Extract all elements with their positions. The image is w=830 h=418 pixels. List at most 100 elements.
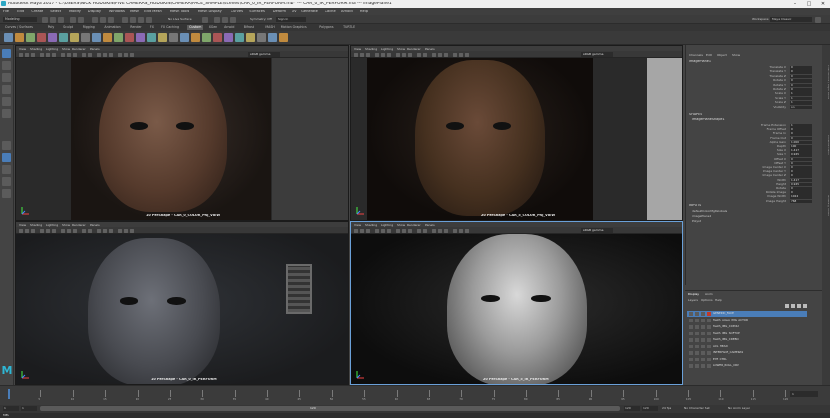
viewport-menu-item[interactable]: View <box>19 47 26 51</box>
channel-value-field[interactable]: 0 <box>790 70 812 74</box>
fps-dropdown[interactable]: 24 fps <box>662 407 671 410</box>
menu-item[interactable]: Display <box>88 10 101 14</box>
playback-toggle[interactable] <box>695 331 699 335</box>
layer-row[interactable]: INTERFACE_CAMERAS <box>687 350 807 356</box>
viewport-menu-item[interactable]: Show <box>397 223 405 227</box>
lasso-tool-icon[interactable] <box>2 61 11 70</box>
menu-item[interactable]: Surfaces <box>249 10 265 14</box>
playback-toggle[interactable] <box>695 325 699 329</box>
side-tab-channel-box[interactable]: Channel Box / Layer Editor <box>823 65 829 125</box>
shelf-tool-icon[interactable] <box>70 33 79 42</box>
workspace-dropdown[interactable]: Maya Classic <box>770 17 812 22</box>
menu-item[interactable]: Generate <box>301 10 318 14</box>
shelf-tool-icon[interactable] <box>202 33 211 42</box>
move-layer-up-icon[interactable] <box>785 304 789 308</box>
paint-select-icon[interactable] <box>2 73 11 82</box>
shelf-tool-icon[interactable] <box>136 33 145 42</box>
construction-history-icon[interactable] <box>202 16 208 23</box>
shelf-tab[interactable]: Curves / Surfaces <box>3 25 35 30</box>
shape-attr-field[interactable]: 1 <box>790 124 812 128</box>
viewport-menu-item[interactable]: Lighting <box>46 47 58 51</box>
symmetry-field[interactable]: Symmetry: Off <box>250 18 272 21</box>
display-type-toggle[interactable] <box>701 318 705 322</box>
command-line[interactable]: MEL <box>0 413 830 418</box>
shelf-tool-icon[interactable] <box>158 33 167 42</box>
channel-value-field[interactable]: 0 <box>790 74 812 79</box>
shelf-tab[interactable]: Motion Graphics <box>279 25 309 30</box>
channel-value-field[interactable]: 1 <box>790 96 812 101</box>
shape-attr-field[interactable]: 100 <box>790 145 812 149</box>
shelf-tool-icon[interactable] <box>48 33 57 42</box>
viewport-menu-item[interactable]: Shading <box>365 223 377 227</box>
color-space-dropdown[interactable]: sRGB gamma <box>581 228 613 233</box>
select-tool-icon[interactable] <box>2 49 11 58</box>
input-node[interactable]: defaultColorMgtGlobals <box>692 210 727 213</box>
shape-attr-field[interactable]: 0 <box>790 187 812 191</box>
end-frame-field[interactable]: 120 <box>642 406 658 411</box>
layer-color-swatch[interactable] <box>707 331 711 335</box>
visibility-toggle[interactable] <box>689 312 693 316</box>
persp-outliner-layout-icon[interactable] <box>2 165 11 174</box>
viewport-top-right[interactable]: View Shading Lighting Show Renderer Pane… <box>350 45 683 221</box>
playback-toggle[interactable] <box>695 351 699 355</box>
shelf-tool-icon[interactable] <box>279 33 288 42</box>
menu-item[interactable]: Create <box>31 10 43 14</box>
menu-item[interactable]: Deform <box>273 10 286 14</box>
shelf-tool-icon[interactable] <box>257 33 266 42</box>
render-settings-icon[interactable] <box>230 16 236 23</box>
menu-item[interactable]: Mesh Tools <box>170 10 189 14</box>
visibility-toggle[interactable] <box>689 351 693 355</box>
shelf-tool-icon[interactable] <box>59 33 68 42</box>
new-scene-icon[interactable] <box>42 16 48 23</box>
shelf-tab[interactable]: Arnold <box>222 25 236 30</box>
menu-set-dropdown[interactable]: Modeling <box>3 17 37 22</box>
visibility-toggle[interactable] <box>689 357 693 361</box>
shelf-tab[interactable]: MASH <box>263 25 276 30</box>
layer-menu-layers[interactable]: Layers <box>688 299 698 302</box>
layer-row[interactable]: EYE_CTRL <box>687 357 807 363</box>
display-type-toggle[interactable] <box>701 331 705 335</box>
shelf-tool-icon[interactable] <box>147 33 156 42</box>
shelf-tab[interactable]: Polygons <box>317 25 335 30</box>
side-tab-attribute-editor[interactable]: Attribute Editor <box>823 135 829 185</box>
channel-value-field[interactable]: 1 <box>790 92 812 96</box>
layer-color-swatch[interactable] <box>707 344 711 348</box>
display-type-toggle[interactable] <box>701 344 705 348</box>
shape-attr-field[interactable]: 0.945 <box>790 153 812 157</box>
viewport-menu-item[interactable]: Lighting <box>381 223 393 227</box>
shelf-tab[interactable]: FX <box>148 25 156 30</box>
select-hierarchy-icon[interactable] <box>92 16 98 23</box>
new-layer-icon[interactable] <box>797 304 801 308</box>
channel-value-field[interactable]: 0 <box>790 66 812 70</box>
layer-row[interactable]: Teeth_IMG_CDEBO <box>687 337 807 343</box>
channel-value-field[interactable]: 0 <box>790 88 812 92</box>
time-slider[interactable]: 1 5 10 15 20 25 30 35 40 45 50 55 60 65 70 75 80 85 90 95 1… <box>0 385 830 405</box>
shape-attr-field[interactable]: 0 <box>790 170 812 174</box>
viewport-menu-item[interactable]: Panels <box>425 223 435 227</box>
snap-view-icon[interactable] <box>146 16 152 23</box>
viewport-menu-item[interactable]: Panels <box>90 223 100 227</box>
shape-attr-field[interactable]: 0 <box>790 191 812 195</box>
menu-item[interactable]: Modify <box>69 10 81 14</box>
shelf-tool-icon[interactable] <box>246 33 255 42</box>
layer-menu-options[interactable]: Options <box>701 299 713 302</box>
outliner-icon[interactable] <box>2 189 11 198</box>
current-frame-field[interactable]: 1 <box>790 391 818 397</box>
open-scene-icon[interactable] <box>50 16 56 23</box>
viewport-menu-item[interactable]: Renderer <box>407 223 421 227</box>
menu-item[interactable]: Arnold <box>341 10 353 14</box>
shape-attr-field[interactable]: 768 <box>790 199 812 204</box>
playback-toggle[interactable] <box>695 364 699 368</box>
layer-color-swatch[interactable] <box>707 318 711 322</box>
shelf-tool-icon[interactable] <box>103 33 112 42</box>
viewport-menu-item[interactable]: View <box>354 223 361 227</box>
workspace-lock-icon[interactable] <box>815 16 821 23</box>
redo-icon[interactable] <box>78 16 84 23</box>
viewport-menu-item[interactable]: Renderer <box>407 47 421 51</box>
shelf-tab[interactable]: XGen <box>207 25 220 30</box>
visibility-toggle[interactable] <box>689 325 693 329</box>
menu-item[interactable]: Edit Mesh <box>144 10 162 14</box>
current-time-marker[interactable] <box>8 389 10 399</box>
shelf-tab[interactable]: Animation <box>102 25 122 30</box>
layer-row[interactable]: LOWER_ROLL_CRV <box>687 363 807 369</box>
